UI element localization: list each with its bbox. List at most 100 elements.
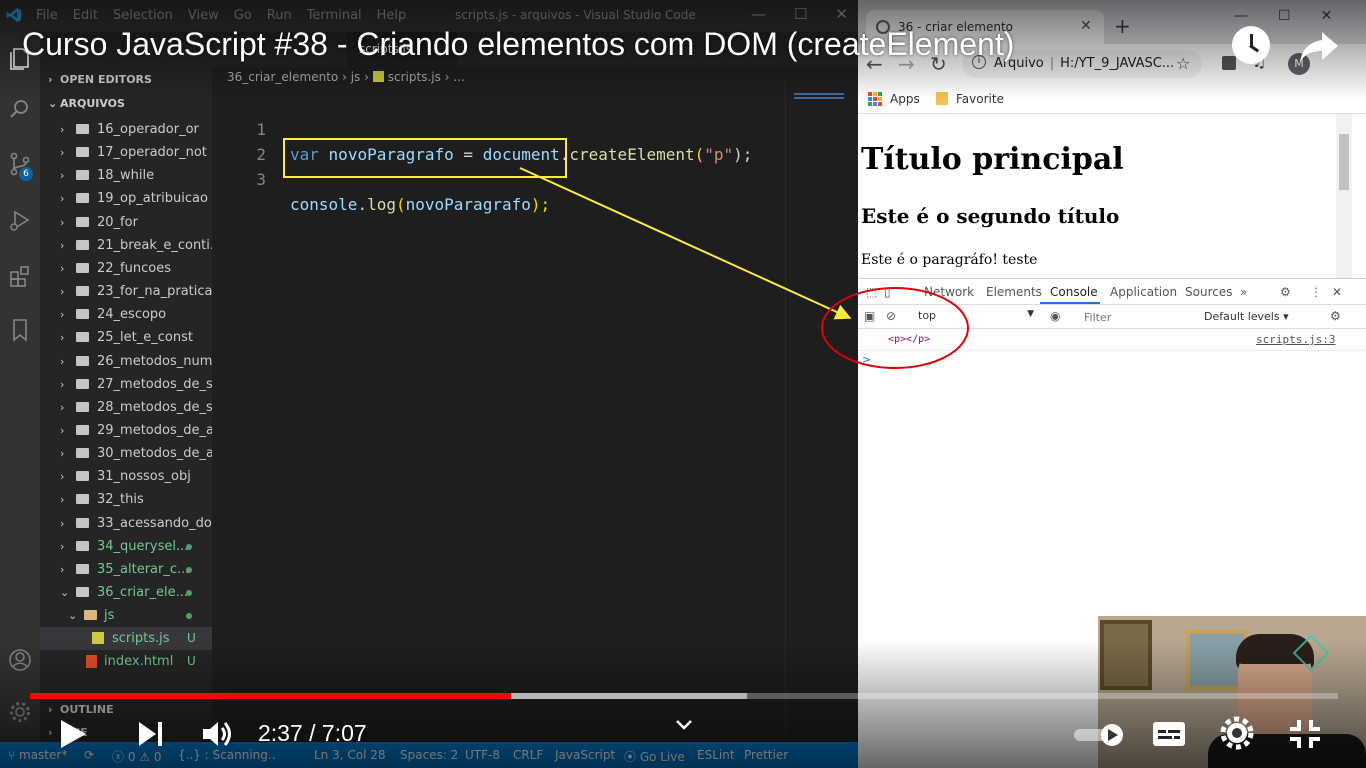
tree-item[interactable]: › 35_alterar_c... (40, 558, 212, 581)
tree-item[interactable]: › 31_nossos_obj (40, 465, 212, 488)
watch-later-clock-icon[interactable] (1232, 26, 1270, 64)
tab-elements[interactable]: Elements (986, 285, 1042, 299)
tab-console[interactable]: Console (1050, 285, 1098, 299)
run-debug-icon[interactable] (6, 206, 34, 234)
tab-application[interactable]: Application (1110, 285, 1177, 299)
tree-item[interactable]: › 30_metodos_de_a... (40, 442, 212, 465)
close-button[interactable]: ✕ (1321, 8, 1333, 24)
search-icon[interactable] (6, 96, 34, 124)
tree-item[interactable]: › 24_escopo (40, 303, 212, 326)
tree-item[interactable]: ⌄ js (40, 604, 212, 627)
apps-grid-icon[interactable] (868, 92, 882, 106)
menu-view[interactable]: View (188, 8, 219, 23)
device-toolbar-icon[interactable]: ▯ (884, 285, 891, 299)
tree-item[interactable]: › 29_metodos_de_a... (40, 419, 212, 442)
accounts-icon[interactable] (6, 646, 34, 674)
extension-puzzle-icon[interactable] (1222, 56, 1236, 70)
tab-network[interactable]: Network (924, 285, 974, 299)
menu-run[interactable]: Run (267, 8, 292, 23)
encoding-status[interactable]: UTF-8 (465, 748, 500, 762)
tree-item[interactable]: › 23_for_na_pratica (40, 280, 212, 303)
exit-fullscreen-icon[interactable] (1288, 718, 1322, 750)
tab-close-icon[interactable]: ✕ (1080, 18, 1092, 34)
console-filter-input[interactable] (1076, 308, 1196, 326)
log-value[interactable]: <p></p> (888, 334, 930, 345)
inspect-element-icon[interactable]: ⬚ (866, 285, 877, 299)
tree-item[interactable]: › 32_this (40, 488, 212, 511)
menu-file[interactable]: File (36, 8, 58, 23)
close-button[interactable]: ✕ (835, 5, 848, 23)
log-source-link[interactable]: scripts.js:3 (1256, 333, 1335, 346)
indentation-status[interactable]: Spaces: 2 (400, 748, 458, 762)
code-line-2[interactable]: 2 (212, 117, 270, 164)
eslint-status[interactable]: ESLint (697, 748, 735, 762)
settings-gear-icon[interactable] (1220, 716, 1254, 750)
breadcrumb-file[interactable]: scripts.js (388, 70, 441, 84)
tree-item[interactable]: › 21_break_e_conti... (40, 234, 212, 257)
tree-item[interactable]: › 18_while (40, 164, 212, 187)
clear-console-icon[interactable]: ⊘ (886, 309, 896, 323)
tree-item[interactable]: › 20_for (40, 211, 212, 234)
eye-icon[interactable]: ◉ (1050, 309, 1060, 323)
log-levels-dropdown[interactable]: Default levels ▾ (1204, 310, 1289, 323)
tab-sources[interactable]: Sources (1185, 285, 1232, 299)
devtools-close-icon[interactable]: ✕ (1332, 285, 1342, 299)
menu-go[interactable]: Go (234, 8, 252, 23)
explorer-root-header[interactable]: ⌄ ARQUIVOS (40, 93, 212, 115)
console-settings-gear-icon[interactable]: ⚙ (1330, 309, 1341, 323)
play-button[interactable] (58, 718, 88, 750)
breadcrumb-more[interactable]: ... (453, 70, 464, 84)
problems-status[interactable]: ⓧ 0 ⚠ 0 (112, 748, 162, 765)
maximize-button[interactable]: ☐ (794, 5, 807, 23)
chevron-down-icon[interactable] (674, 716, 694, 734)
bookmark-apps[interactable]: Apps (890, 92, 920, 106)
tree-item[interactable]: › 33_acessando_dom (40, 512, 212, 535)
maximize-button[interactable]: ☐ (1278, 8, 1291, 24)
tree-item[interactable]: › 26_metodos_num... (40, 350, 212, 373)
console-prompt[interactable]: > (862, 353, 871, 366)
breadcrumb-folder[interactable]: 36_criar_elemento (227, 70, 338, 84)
page-scrollbar[interactable] (1336, 114, 1352, 278)
volume-icon[interactable] (200, 718, 234, 750)
manage-gear-icon[interactable] (6, 698, 34, 726)
eol-status[interactable]: CRLF (513, 748, 543, 762)
video-title[interactable]: Curso JavaScript #38 - Criando elementos… (22, 26, 1014, 63)
menu-edit[interactable]: Edit (73, 8, 98, 23)
next-video-button[interactable] (136, 720, 166, 748)
new-tab-button[interactable]: + (1114, 14, 1131, 38)
devtools-menu-icon[interactable]: ⋮ (1310, 285, 1322, 299)
language-mode[interactable]: JavaScript (555, 748, 615, 762)
tree-item[interactable]: scripts.js U (40, 627, 212, 651)
devtools-settings-gear-icon[interactable]: ⚙ (1280, 285, 1291, 299)
share-arrow-icon[interactable] (1298, 26, 1340, 66)
breadcrumb-js[interactable]: js (351, 70, 361, 84)
minimize-button[interactable]: — (751, 5, 766, 23)
tree-item[interactable]: › 16_operador_or (40, 118, 212, 141)
cursor-position[interactable]: Ln 3, Col 28 (314, 748, 386, 762)
bookmark-favorite[interactable]: Favorite (956, 92, 1004, 106)
autoplay-toggle[interactable] (1074, 724, 1126, 746)
menu-terminal[interactable]: Terminal (307, 8, 362, 23)
subtitles-icon[interactable] (1152, 720, 1186, 748)
tree-item[interactable]: › 22_funcoes (40, 257, 212, 280)
code-line-3[interactable]: 3 console.log(novoParagrafo); (212, 142, 550, 214)
bookmarks-icon[interactable] (6, 316, 34, 344)
branch-status[interactable]: ⑂ master* (8, 748, 67, 762)
open-editors-header[interactable]: › OPEN EDITORS (40, 69, 212, 91)
menu-help[interactable]: Help (377, 8, 407, 23)
context-selector[interactable]: top ▼ (914, 309, 1038, 326)
tree-item[interactable]: › 34_querysel... (40, 535, 212, 558)
tree-item[interactable]: › 27_metodos_de_s... (40, 373, 212, 396)
more-tabs-button[interactable]: » (1240, 285, 1247, 299)
extensions-icon[interactable] (6, 262, 34, 290)
tree-item[interactable]: › 17_operador_not (40, 141, 212, 164)
sidebar-toggle-icon[interactable]: ▣ (864, 309, 875, 323)
sync-icon[interactable]: ⟳ (84, 748, 94, 762)
tree-item[interactable]: › 19_op_atribuicao (40, 187, 212, 210)
tree-item[interactable]: › 28_metodos_de_s... (40, 396, 212, 419)
minimize-button[interactable]: — (1234, 8, 1248, 24)
prettier-status[interactable]: Prettier (744, 748, 788, 762)
console-message[interactable]: <p></p> scripts.js:3 (858, 329, 1366, 351)
video-progress-bar[interactable] (30, 693, 1338, 699)
minimap[interactable] (785, 80, 858, 740)
